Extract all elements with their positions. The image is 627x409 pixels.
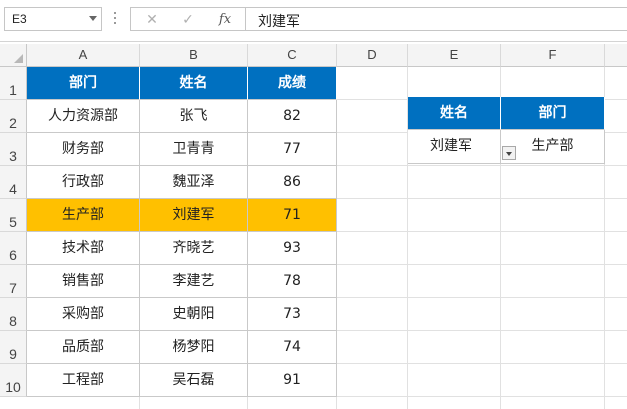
drag-handle-icon[interactable] [114, 12, 117, 26]
name-box-value: E3 [12, 12, 27, 26]
cell-dept[interactable]: 品质部 [27, 331, 140, 364]
data-table: 部门 姓名 成绩人力资源部 张飞 82 财务部 卫青青 77 行政部 魏亚泽 86 生产部 刘建军 71 技… [27, 67, 337, 397]
chevron-down-icon[interactable] [89, 16, 97, 21]
column-header-g[interactable] [605, 44, 627, 67]
name-box[interactable]: E3 [4, 7, 102, 31]
cell-dept[interactable]: 销售部 [27, 265, 140, 298]
formula-bar: E3 ✕ ✓ fx 刘建军 [0, 0, 627, 42]
cell-score[interactable]: 82 [248, 100, 337, 133]
cell-name[interactable]: 史朝阳 [140, 298, 248, 331]
cell-score[interactable]: 86 [248, 166, 337, 199]
header-score[interactable]: 成绩 [248, 67, 337, 100]
row-header-10[interactable]: 10 [0, 364, 27, 397]
header-dept[interactable]: 部门 [27, 67, 140, 100]
cell-score-highlighted[interactable]: 71 [248, 199, 337, 232]
row-header-6[interactable]: 6 [0, 232, 27, 265]
row-header-8[interactable]: 8 [0, 298, 27, 331]
insert-function-button[interactable]: fx [214, 10, 236, 30]
row-header-9[interactable]: 9 [0, 331, 27, 364]
cell-dept[interactable]: 财务部 [27, 133, 140, 166]
lookup-name-cell[interactable]: 刘建军 [408, 130, 501, 164]
formula-buttons: ✕ ✓ fx [130, 7, 245, 31]
cell-dept-highlighted[interactable]: 生产部 [27, 199, 140, 232]
row-header-7[interactable]: 7 [0, 265, 27, 298]
cell-score[interactable]: 77 [248, 133, 337, 166]
header-name[interactable]: 姓名 [140, 67, 248, 100]
cell-score[interactable]: 78 [248, 265, 337, 298]
row-header-1[interactable]: 1 [0, 67, 27, 100]
lookup-header-name[interactable]: 姓名 [408, 97, 501, 130]
column-header-b[interactable]: B [140, 44, 248, 67]
lookup-dept-cell[interactable]: 生产部 [501, 130, 605, 164]
cell-name[interactable]: 张飞 [140, 100, 248, 133]
cell-name[interactable]: 齐晓艺 [140, 232, 248, 265]
row-header-4[interactable]: 4 [0, 166, 27, 199]
cell-score[interactable]: 91 [248, 364, 337, 397]
row-header-5[interactable]: 5 [0, 199, 27, 232]
cell-name[interactable]: 吴石磊 [140, 364, 248, 397]
cell-name[interactable]: 卫青青 [140, 133, 248, 166]
row-header-3[interactable]: 3 [0, 133, 27, 166]
cell-dept[interactable]: 技术部 [27, 232, 140, 265]
row-header-2[interactable]: 2 [0, 100, 27, 133]
formula-content: 刘建军 [258, 14, 300, 30]
formula-input[interactable]: 刘建军 [245, 7, 627, 31]
column-header-f[interactable]: F [501, 44, 605, 67]
cell-name-highlighted[interactable]: 刘建军 [140, 199, 248, 232]
cell-score[interactable]: 93 [248, 232, 337, 265]
cancel-icon[interactable]: ✕ [141, 10, 163, 30]
cell-name[interactable]: 李建艺 [140, 265, 248, 298]
enter-icon[interactable]: ✓ [177, 10, 199, 30]
cell-dept[interactable]: 工程部 [27, 364, 140, 397]
select-all-corner[interactable] [0, 44, 27, 67]
column-header-e[interactable]: E [408, 44, 501, 67]
cell-score[interactable]: 74 [248, 331, 337, 364]
lookup-header-dept[interactable]: 部门 [501, 97, 605, 130]
cell-dept[interactable]: 人力资源部 [27, 100, 140, 133]
column-header-a[interactable]: A [27, 44, 140, 67]
cell-name[interactable]: 杨梦阳 [140, 331, 248, 364]
cell-dept[interactable]: 采购部 [27, 298, 140, 331]
cell-score[interactable]: 73 [248, 298, 337, 331]
cell-dept[interactable]: 行政部 [27, 166, 140, 199]
cell-name[interactable]: 魏亚泽 [140, 166, 248, 199]
dropdown-arrow-icon[interactable] [502, 146, 516, 160]
column-header-d[interactable]: D [337, 44, 408, 67]
column-header-c[interactable]: C [248, 44, 337, 67]
